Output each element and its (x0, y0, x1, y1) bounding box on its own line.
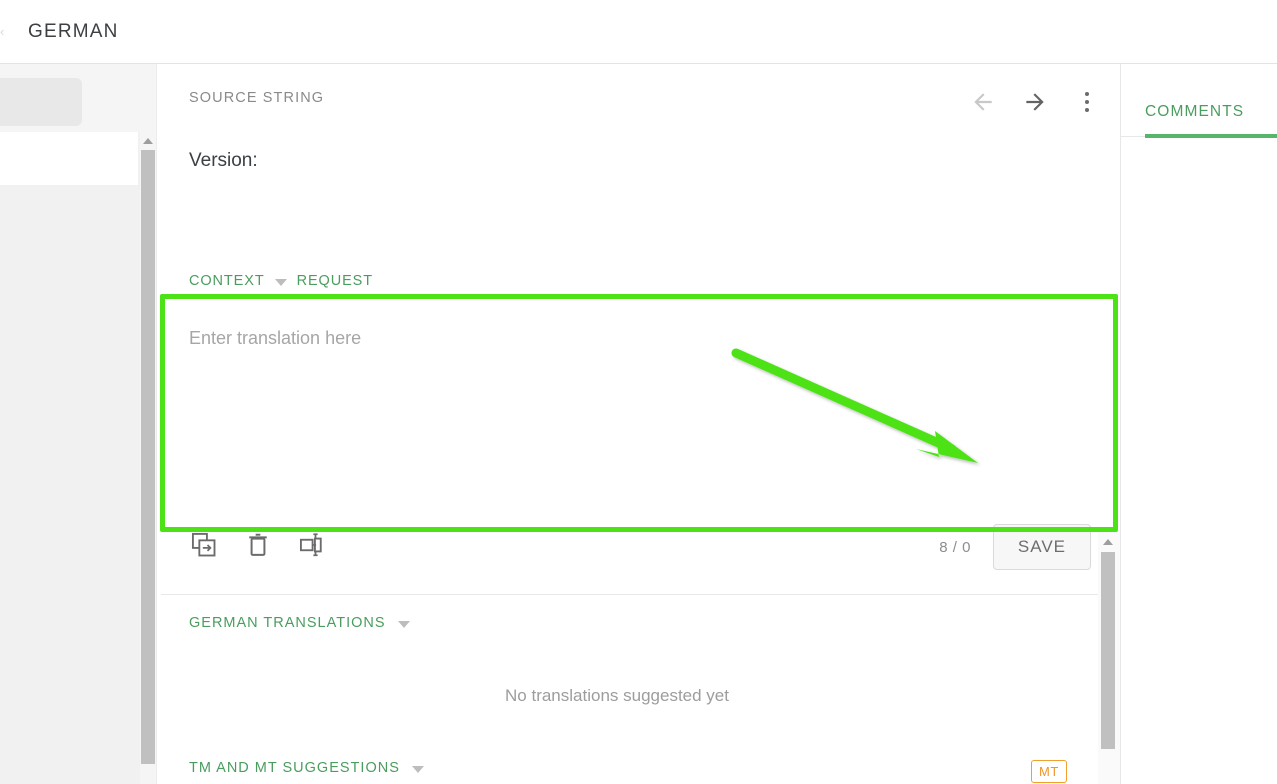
german-translations-toggle[interactable]: GERMAN TRANSLATIONS (189, 615, 386, 631)
context-toggle[interactable]: CONTEXT (189, 273, 265, 289)
sidebar-scroll-thumb[interactable] (141, 150, 155, 764)
german-translations-header: GERMAN TRANSLATIONS (189, 615, 410, 631)
left-sidebar (0, 64, 140, 784)
special-characters-icon[interactable] (297, 530, 327, 560)
arrow-right-icon (1026, 93, 1044, 111)
main-scrollbar[interactable] (1098, 530, 1120, 784)
top-bar: ‹ GERMAN (0, 0, 1277, 64)
prev-string-button[interactable] (963, 82, 1003, 122)
list-item[interactable] (0, 132, 138, 185)
app-root: ‹ GERMAN SOURCE STRING Version: CONTEXT … (0, 0, 1277, 784)
editor-actions: 8 / 0 SAVE (939, 524, 1091, 570)
right-panel: COMMENTS (1120, 64, 1277, 784)
tm-mt-suggestions-header: TM AND MT SUGGESTIONS (189, 760, 424, 776)
translation-editor[interactable]: Enter translation here 8 / 0 SAVE (161, 295, 1117, 595)
editor-toolbar (189, 530, 327, 560)
tm-mt-suggestions-toggle[interactable]: TM AND MT SUGGESTIONS (189, 760, 400, 776)
arrow-left-icon (974, 93, 992, 111)
chevron-down-icon[interactable] (274, 278, 287, 286)
divider (1121, 136, 1145, 137)
scroll-up-arrow-icon[interactable] (1103, 539, 1113, 545)
main-scroll-thumb[interactable] (1101, 552, 1115, 749)
sidebar-scrollbar[interactable] (140, 64, 156, 784)
source-string-text: Version: (189, 150, 258, 171)
more-vertical-icon (1085, 92, 1089, 112)
tab-active-indicator (1145, 134, 1277, 138)
copy-source-icon[interactable] (189, 530, 219, 560)
string-list[interactable] (0, 132, 140, 784)
next-string-button[interactable] (1015, 82, 1055, 122)
chevron-down-icon[interactable] (411, 765, 424, 773)
chevron-down-icon[interactable] (397, 620, 410, 628)
source-string-label: SOURCE STRING (189, 90, 325, 106)
clear-translation-icon[interactable] (243, 530, 273, 560)
more-options-button[interactable] (1067, 82, 1107, 122)
save-button[interactable]: SAVE (992, 524, 1091, 570)
card-header: SOURCE STRING (157, 64, 1121, 124)
no-translations-message: No translations suggested yet (505, 686, 729, 705)
mt-badge: MT (1031, 760, 1067, 783)
scroll-up-arrow-icon[interactable] (143, 138, 153, 144)
context-row: CONTEXT REQUEST (189, 273, 373, 289)
main-panel: SOURCE STRING Version: CONTEXT REQUEST E… (156, 64, 1120, 784)
search-input[interactable] (0, 78, 82, 126)
chevron-left-icon[interactable]: ‹ (0, 26, 10, 38)
translation-input-placeholder[interactable]: Enter translation here (189, 328, 361, 349)
character-counter: 8 / 0 (939, 538, 971, 556)
request-link[interactable]: REQUEST (297, 273, 373, 289)
sidebar-search-row (0, 64, 140, 132)
header-actions (963, 82, 1107, 122)
page-title: GERMAN (28, 21, 119, 42)
tab-comments[interactable]: COMMENTS (1145, 88, 1277, 136)
